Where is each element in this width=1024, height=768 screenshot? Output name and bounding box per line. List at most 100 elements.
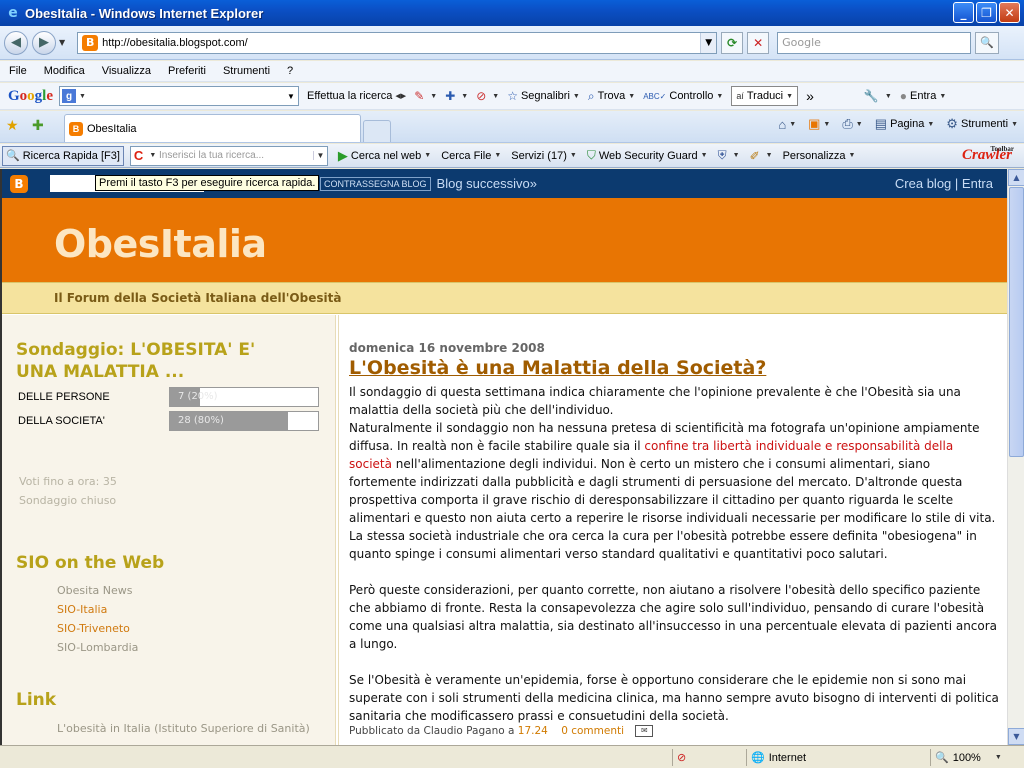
blogger-logo-icon[interactable]: B <box>10 174 28 193</box>
sio-heading: SIO on the Web <box>16 553 165 573</box>
chevron-down-icon[interactable]: ▼ <box>312 151 327 160</box>
post: domenica 16 novembre 2008 L'Obesità è un… <box>349 341 999 737</box>
blog-title[interactable]: ObesItalia <box>54 222 267 266</box>
menu-preferiti[interactable]: Preferiti <box>159 65 214 77</box>
sidebar-link-sio-italia[interactable]: SIO-Italia <box>57 603 107 616</box>
add-favorite-icon[interactable]: ✚ <box>32 118 44 134</box>
url-text[interactable]: http://obesitalia.blogspot.com/ <box>102 37 700 49</box>
print-button[interactable]: ⎙ ▼ <box>842 116 862 132</box>
window-title: ObesItalia - Windows Internet Explorer <box>25 5 264 21</box>
chevron-down-icon[interactable]: ▼ <box>79 93 86 100</box>
bookmark-tools-button[interactable]: ✎ ▼ <box>414 89 437 103</box>
rss-icon: ▣ <box>808 116 821 131</box>
live-search-input[interactable]: Google <box>777 31 972 54</box>
poll-result: 28 (80%) <box>178 415 224 426</box>
vertical-scrollbar[interactable]: ▲ ▼ <box>1007 169 1024 745</box>
search-icon[interactable]: 🔍 <box>975 31 1000 54</box>
search-web-button[interactable]: ▶ Cerca nel web ▼ <box>338 148 431 164</box>
crawler-search-input[interactable]: C ▼ Inserisci la tua ricerca... ▼ <box>129 145 328 166</box>
traduci-label: Traduci <box>746 90 784 102</box>
pagina-button[interactable]: ▤ Pagina ▼ <box>875 116 935 132</box>
favorites-star-icon[interactable]: ★ <box>6 118 19 134</box>
rapid-search-label: Ricerca Rapida [F3] <box>22 149 120 162</box>
post-text: nell'alimentazione degli individui. Non … <box>349 457 996 525</box>
chevron-down-icon[interactable]: ▼ <box>284 92 298 101</box>
close-button[interactable]: ✕ <box>999 2 1020 23</box>
email-post-icon[interactable]: ✉ <box>635 725 654 737</box>
traduci-button[interactable]: aí Traduci ▼ <box>731 86 799 106</box>
cleaner-button[interactable]: ✐ ▼ <box>750 149 773 163</box>
google-logo-letter: e <box>46 87 54 104</box>
address-row: ◀ ▶ ▼ B http://obesitalia.blogspot.com/ … <box>0 26 1024 60</box>
stop-button[interactable]: ✕ <box>747 31 770 54</box>
magnifier-icon: ⌕ <box>587 88 595 103</box>
rapid-search-button[interactable]: 🔍 Ricerca Rapida [F3] <box>2 145 124 166</box>
post-title[interactable]: L'Obesità è una Malattia della Società? <box>349 357 999 379</box>
home-button[interactable]: ⌂ ▼ <box>778 117 796 132</box>
menu-visualizza[interactable]: Visualizza <box>93 65 159 77</box>
sidebar-link-sio-triveneto[interactable]: SIO-Triveneto <box>57 622 130 635</box>
maximize-button[interactable]: ❐ <box>976 2 997 23</box>
status-zoom-cell[interactable]: 🔍 100% ▼ <box>930 749 1020 766</box>
sidebar-link-sio-lombardia[interactable]: SIO-Lombardia <box>57 641 138 654</box>
controllo-label: Controllo <box>669 90 714 102</box>
flag-blog-button[interactable]: CONTRASSEGNA BLOG <box>320 176 431 191</box>
post-comments-link[interactable]: 0 commenti <box>561 725 624 737</box>
trova-button[interactable]: ⌕ Trova ▼ <box>588 89 635 104</box>
scroll-thumb[interactable] <box>1009 187 1024 457</box>
chevron-down-icon: ▼ <box>628 92 636 100</box>
google-search-input[interactable]: g ▼ ▼ <box>59 86 300 106</box>
wrench-button[interactable]: 🔧 ▼ <box>864 89 892 103</box>
google-g-icon[interactable]: g <box>62 89 77 103</box>
chevron-down-icon: ▼ <box>732 152 740 159</box>
menu-file[interactable]: File <box>0 65 35 77</box>
trova-label: Trova <box>597 90 626 102</box>
menu-help[interactable]: ? <box>278 65 301 77</box>
refresh-button[interactable]: ⟳ <box>721 31 744 54</box>
minimize-button[interactable]: _ <box>953 2 974 23</box>
address-bar[interactable]: B http://obesitalia.blogspot.com/ ▼ <box>77 31 718 54</box>
new-tab-button[interactable] <box>363 120 391 142</box>
forward-button[interactable]: ▶ <box>32 30 56 55</box>
tab-obesitalia[interactable]: B ObesItalia <box>64 114 361 142</box>
customize-button[interactable]: Personalizza ▼ <box>783 150 856 162</box>
controllo-button[interactable]: ABC✓ Controllo ▼ <box>643 90 723 102</box>
strumenti-button[interactable]: ⚙ Strumenti ▼ <box>946 116 1018 132</box>
post-time-link[interactable]: 17.24 <box>518 725 548 737</box>
command-bar: ⌂ ▼ ▣ ▼ ⎙ ▼ ▤ Pagina ▼ ⚙ Strumenti ▼ <box>766 116 1018 132</box>
menu-modifica[interactable]: Modifica <box>35 65 93 77</box>
feeds-button[interactable]: ▣ ▼ <box>808 116 830 132</box>
google-search-button[interactable]: Effettua la ricerca ◀▶ <box>307 90 406 102</box>
scroll-down-icon[interactable]: ▼ <box>1008 728 1024 745</box>
sidebar-link-iss[interactable]: L'obesità in Italia (Istituto Superiore … <box>57 722 310 735</box>
popup-blocker-button[interactable]: ⊘ ▼ <box>476 89 499 103</box>
entra-button[interactable]: ● Entra ▼ <box>900 89 946 103</box>
next-blog-link[interactable]: Blog successivo» <box>437 176 537 191</box>
google-logo[interactable]: Google <box>8 88 53 105</box>
back-button[interactable]: ◀ <box>4 30 28 55</box>
chevron-down-icon: ▼ <box>430 92 438 100</box>
security-shield-button[interactable]: ⛨ ▼ <box>718 148 740 163</box>
services-button[interactable]: Servizi (17) ▼ <box>511 150 577 162</box>
history-dropdown-icon[interactable]: ▼ <box>59 38 65 47</box>
poll-result-bar: 7 (20%) <box>169 387 319 407</box>
crawler-logo[interactable]: Crawler Toolbar <box>962 145 1014 164</box>
more-button[interactable]: » <box>806 88 814 104</box>
privacy-icon[interactable]: ⊘ <box>677 751 686 764</box>
menu-strumenti[interactable]: Strumenti <box>214 65 278 77</box>
scroll-up-icon[interactable]: ▲ <box>1008 169 1024 186</box>
status-zone-cell: 🌐 Internet <box>746 749 926 766</box>
sign-in-link[interactable]: Entra <box>962 176 993 191</box>
poll-result: 7 (20%) <box>178 391 218 402</box>
sidebar-link-obesita-news[interactable]: Obesita News <box>57 584 132 597</box>
nav-separator: | <box>954 176 959 191</box>
add-button[interactable]: ✚ ▼ <box>445 89 468 103</box>
web-security-button[interactable]: ⛉ Web Security Guard ▼ <box>587 148 708 163</box>
search-file-button[interactable]: Cerca File ▼ <box>441 150 501 162</box>
segnalibri-button[interactable]: ☆ Segnalibri ▼ <box>507 89 580 103</box>
wrench-icon: 🔧 <box>863 89 879 103</box>
chevron-down-icon: ▼ <box>884 92 892 100</box>
chevron-down-icon[interactable]: ▼ <box>149 152 156 159</box>
create-blog-link[interactable]: Crea blog <box>895 176 951 191</box>
url-dropdown-icon[interactable]: ▼ <box>700 32 717 53</box>
